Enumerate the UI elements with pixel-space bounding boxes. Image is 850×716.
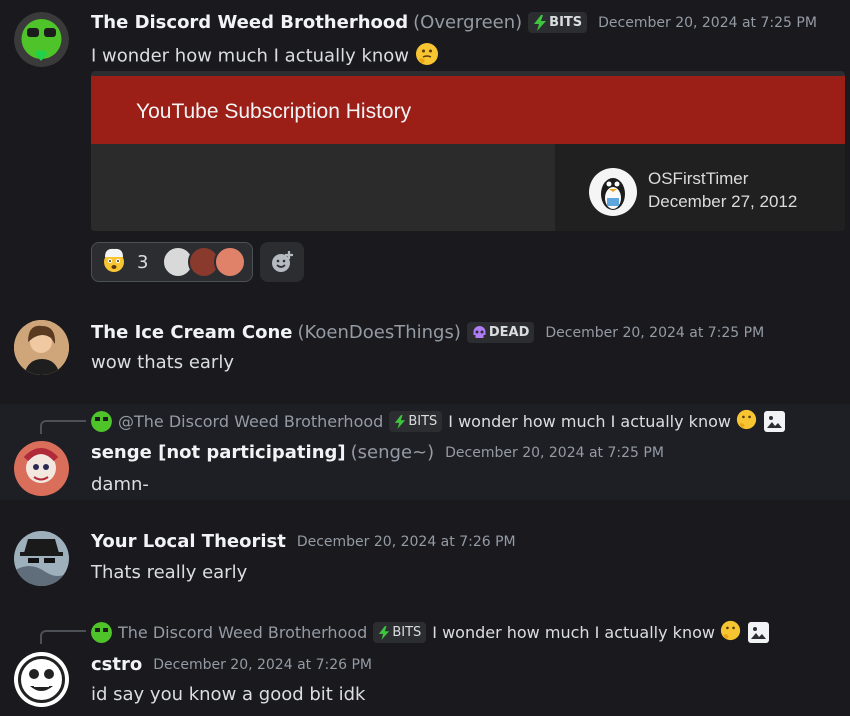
reply-preview[interactable]: The Discord Weed Brotherhood BITS I wond… (91, 620, 769, 645)
message-content: id say you know a good bit idk (91, 684, 365, 705)
reply-text: I wonder how much I actually know (448, 412, 731, 431)
lightning-icon (395, 414, 406, 429)
thinking-emoji-icon (720, 620, 741, 645)
message-header: senge [not participating] (senge~) Decem… (91, 442, 664, 463)
message-text: damn- (91, 474, 149, 495)
tag-label: DEAD (488, 325, 530, 340)
reply-username[interactable]: @The Discord Weed Brotherhood (118, 412, 383, 431)
timestamp[interactable]: December 20, 2024 at 7:25 PM (545, 325, 764, 341)
image-icon (763, 411, 785, 432)
skull-icon (473, 326, 486, 338)
message-content: damn- (91, 474, 149, 495)
message-5: The Discord Weed Brotherhood BITS I wond… (0, 614, 850, 716)
message-text: I wonder how much I actually know (91, 45, 410, 67)
image-icon (747, 622, 769, 643)
exploding-head-emoji-icon (101, 247, 127, 277)
avatar-ice-cream-cone[interactable] (14, 320, 69, 375)
message-header: The Ice Cream Cone (KoenDoesThings) DEAD… (91, 322, 764, 343)
timestamp[interactable]: December 20, 2024 at 7:25 PM (445, 445, 664, 461)
avatar-local-theorist[interactable] (14, 531, 69, 586)
nickname: (senge~) (350, 442, 435, 463)
channel-avatar (589, 168, 637, 216)
add-reaction-button[interactable] (260, 242, 304, 282)
reply-preview[interactable]: @The Discord Weed Brotherhood BITS I won… (91, 409, 785, 434)
nickname: (KoenDoesThings) (297, 322, 461, 343)
reply-spine (40, 630, 86, 644)
reactor-avatars (162, 246, 247, 278)
message-content: Thats really early (91, 562, 247, 583)
bits-tag: BITS (373, 622, 427, 643)
username[interactable]: senge [not participating] (91, 442, 346, 463)
youtube-embed[interactable]: YouTube Subscription History OSFirstTime… (91, 71, 845, 231)
message-content: wow thats early (91, 352, 234, 373)
channel-date: December 27, 2012 (648, 192, 798, 211)
reply-avatar (91, 622, 112, 643)
timestamp[interactable]: December 20, 2024 at 7:25 PM (598, 15, 817, 31)
message-3: @The Discord Weed Brotherhood BITS I won… (0, 404, 850, 500)
message-content: I wonder how much I actually know (91, 42, 439, 71)
reply-avatar (91, 411, 112, 432)
embed-banner: YouTube Subscription History (91, 76, 845, 144)
avatar-cstro[interactable] (14, 652, 69, 707)
message-text: id say you know a good bit idk (91, 684, 366, 705)
message-2: The Ice Cream Cone (KoenDoesThings) DEAD… (0, 310, 850, 390)
bits-tag[interactable]: BITS (528, 12, 588, 33)
timestamp[interactable]: December 20, 2024 at 7:26 PM (153, 657, 372, 673)
lightning-icon (534, 14, 547, 31)
message-1: The Discord Weed Brotherhood (Overgreen)… (0, 0, 850, 300)
username[interactable]: The Discord Weed Brotherhood (91, 12, 408, 33)
message-text: wow thats early (91, 352, 234, 373)
embed-title: YouTube Subscription History (136, 100, 412, 123)
embed-body-left (91, 144, 555, 231)
nickname: (Overgreen) (413, 12, 523, 33)
channel-name: OSFirstTimer (648, 169, 749, 188)
thinking-emoji-icon (415, 42, 439, 71)
username[interactable]: cstro (91, 654, 142, 675)
thinking-emoji-icon (736, 409, 757, 434)
reply-username[interactable]: The Discord Weed Brotherhood (118, 623, 367, 642)
username[interactable]: Your Local Theorist (91, 531, 286, 552)
reactor-avatar (214, 246, 247, 278)
avatar-senge[interactable] (14, 441, 69, 496)
timestamp[interactable]: December 20, 2024 at 7:26 PM (297, 534, 516, 550)
message-header: Your Local Theorist December 20, 2024 at… (91, 531, 516, 552)
bits-tag: BITS (389, 411, 443, 432)
username[interactable]: The Ice Cream Cone (91, 322, 292, 343)
message-text: Thats really early (91, 562, 248, 583)
reaction-exploding-head[interactable]: 3 (91, 242, 253, 282)
message-header: cstro December 20, 2024 at 7:26 PM (91, 654, 372, 675)
reaction-count: 3 (137, 251, 149, 273)
tag-label: BITS (549, 15, 583, 30)
reply-spine (40, 420, 86, 434)
dead-tag[interactable]: DEAD (466, 322, 535, 343)
lightning-icon (379, 625, 390, 640)
tag-label: BITS (408, 414, 438, 429)
reply-text: I wonder how much I actually know (432, 623, 715, 642)
add-reaction-icon (272, 251, 293, 272)
avatar-weed-brotherhood[interactable] (14, 12, 69, 67)
message-4: Your Local Theorist December 20, 2024 at… (0, 520, 850, 600)
tag-label: BITS (392, 625, 422, 640)
message-header: The Discord Weed Brotherhood (Overgreen)… (91, 12, 817, 33)
